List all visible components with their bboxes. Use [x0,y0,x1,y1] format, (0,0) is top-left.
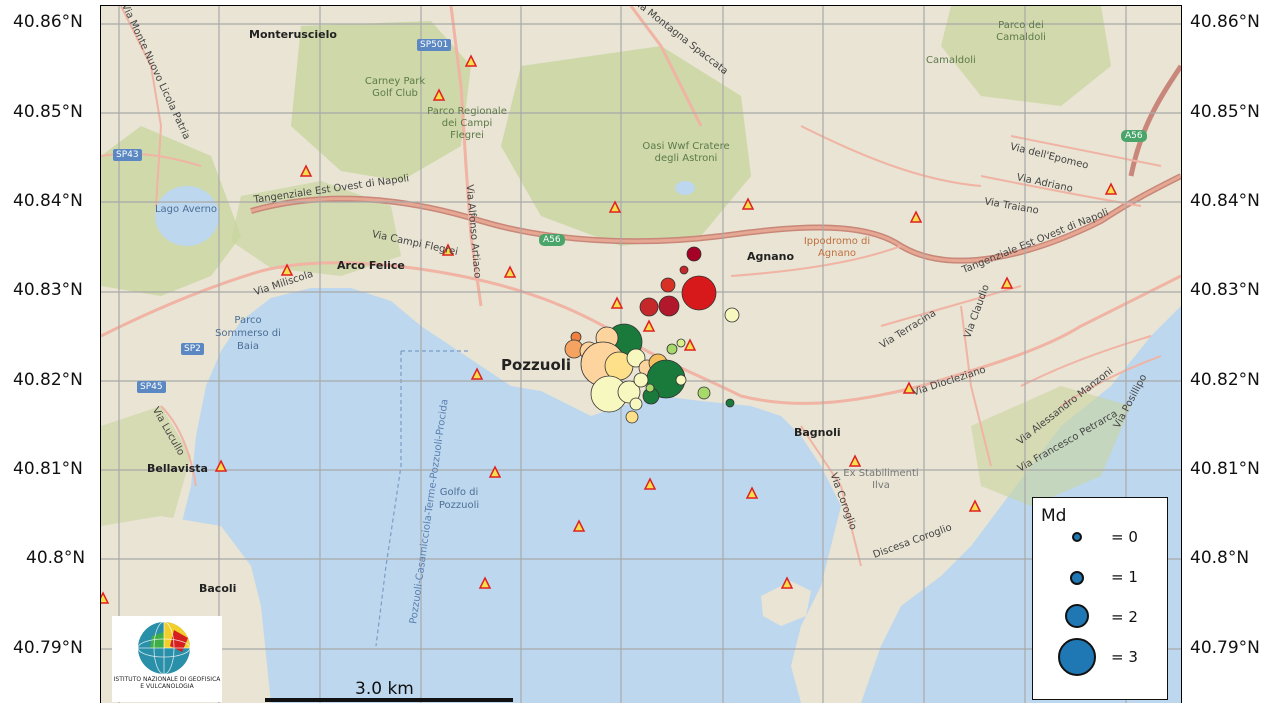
legend-circle [1058,638,1096,676]
place-lago-averno: Lago Averno [154,204,218,215]
legend-entry: = 0 [1033,528,1167,568]
place-camaldoli: Camaldoli [926,55,976,66]
logo-text: ISTITUTO NAZIONALE DI GEOFISICA E VULCAN… [113,676,221,690]
quake-marker [679,265,689,275]
lat-label-left: 40.83°N [13,280,83,300]
quake-marker [724,307,740,323]
shield-sp2: SP2 [181,343,204,355]
quake-marker [660,277,676,293]
lat-label-right: 40.79°N [1190,638,1260,658]
quake-marker [697,386,711,400]
lake-astroni [675,181,695,195]
lat-label-right: 40.8°N [1190,548,1250,568]
lat-label-left: 40.8°N [26,548,86,568]
place-ex-stabilimenti: Ex Stabilimenti Ilva [843,468,919,491]
quake-marker [645,383,655,393]
lat-label-left: 40.84°N [13,191,83,211]
lat-label-right: 40.86°N [1190,12,1260,32]
lat-label-left: 40.85°N [13,102,83,122]
shield-a56-right: A56 [1121,130,1147,142]
place-bacoli: Bacoli [199,582,237,595]
shield-a56-left: A56 [539,234,565,246]
legend-label: = 1 [1111,568,1138,586]
legend-circle [1072,532,1082,542]
ingv-logo: ISTITUTO NAZIONALE DI GEOFISICA E VULCAN… [112,616,222,702]
place-oasi-wwf: Oasi Wwf Cratere degli Astroni [642,141,730,164]
place-agnano: Agnano [747,250,795,263]
place-bagnoli: Bagnoli [794,426,841,439]
place-carney-park: Carney Park Golf Club [364,76,426,99]
legend-circle [1070,571,1084,585]
legend-title: Md [1041,506,1067,526]
legend-entry: = 3 [1033,638,1167,678]
place-arco-felice: Arco Felice [337,259,405,272]
lat-label-left: 40.82°N [13,370,83,390]
quake-marker [686,246,702,262]
place-parco-sommerso: Parco Sommerso di Baia [215,315,281,352]
shield-sp501: SP501 [417,39,452,51]
lat-label-right: 40.81°N [1190,459,1260,479]
lat-label-left: 40.81°N [13,459,83,479]
lake-averno [155,186,219,246]
place-parco-camaldoli: Parco dei Camaldoli [996,20,1046,43]
legend-entry: = 2 [1033,602,1167,642]
map-frame[interactable]: Monteruscielo Pozzuoli Agnano Bagnoli Ba… [100,5,1182,703]
quake-marker [658,295,680,317]
scalebar [265,698,513,702]
quake-marker [639,297,659,317]
legend-label: = 0 [1111,528,1138,546]
quake-marker [633,372,649,388]
place-pozzuoli: Pozzuoli [501,356,572,374]
place-monterusciello: Monteruscielo [249,28,337,41]
legend-label: = 3 [1111,648,1138,666]
place-parco-campi-flegrei: Parco Regionale dei Campi Flegrei [427,106,507,141]
legend-label: = 2 [1111,608,1138,626]
lat-label-right: 40.85°N [1190,102,1260,122]
place-bellavista: Bellavista [147,462,208,475]
scalebar-label: 3.0 km [355,679,414,699]
quake-marker [725,398,735,408]
magnitude-legend: Md = 0 = 1 = 2 = 3 [1032,497,1168,700]
map-canvas[interactable] [101,6,1181,703]
lat-label-left: 40.86°N [13,12,83,32]
lat-label-right: 40.82°N [1190,370,1260,390]
shield-sp45: SP45 [137,381,166,393]
lat-label-right: 40.83°N [1190,280,1260,300]
quake-marker [676,338,686,348]
quake-marker [629,397,643,411]
quake-marker [681,275,717,311]
globe-icon [137,621,191,675]
quake-marker [666,343,678,355]
quake-marker [625,410,639,424]
quake-marker [675,374,687,386]
lat-label-left: 40.79°N [13,638,83,658]
shield-sp43: SP43 [113,149,142,161]
legend-circle [1065,604,1089,628]
place-ippodromo: Ippodromo di Agnano [803,236,871,259]
lat-label-right: 40.84°N [1190,191,1260,211]
